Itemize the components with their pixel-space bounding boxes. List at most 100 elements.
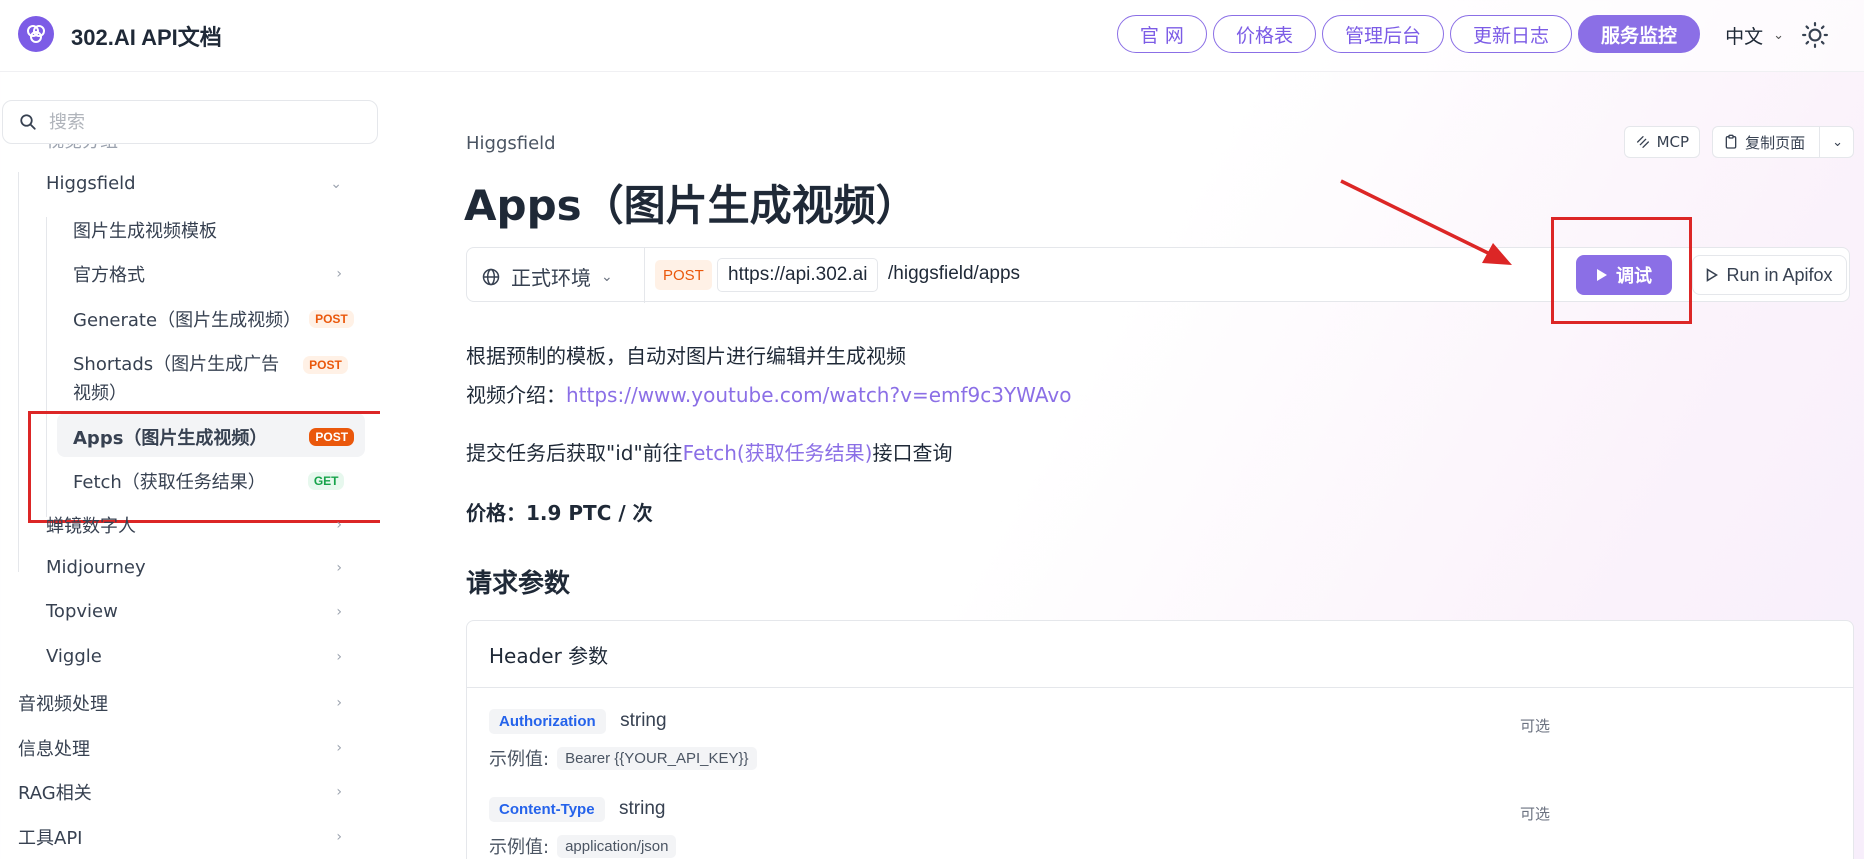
sidebar-item-viggle[interactable]: Viggle › [46,646,342,667]
apifox-label: Run in Apifox [1726,264,1833,285]
highlight-annotation-box [1551,217,1692,324]
base-url: https://api.302.ai [717,258,879,292]
nav-official-site[interactable]: 官 网 [1116,15,1207,53]
param-name: Content-Type [489,797,605,822]
nav-changelog[interactable]: 更新日志 [1449,15,1572,53]
nav-service-monitor[interactable]: 服务监控 [1577,15,1700,53]
price-text: 价格：1.9 PTC / 次 [466,501,653,525]
sidebar-item-rag[interactable]: RAG相关 › [18,779,342,805]
chevron-down-icon: ⌄ [1773,28,1784,43]
sidebar-item-label: Shortads（图片生成广告 [73,354,280,375]
tree-guide-line [18,172,19,572]
sidebar-group-higgsfield[interactable]: Higgsfield ⌄ [46,173,342,194]
example-value: Bearer {{YOUR_API_KEY}} [557,746,757,770]
example-label: 示例值: [489,749,550,770]
fetch-note-suffix: 接口查询 [872,441,953,465]
sidebar-item-label: Viggle [46,646,102,667]
sidebar-item-label: Midjourney [46,557,146,578]
fetch-link[interactable]: Fetch(获取任务结果) [683,441,873,465]
sidebar-item-template[interactable]: 图片生成视频模板 [73,217,217,243]
play-outline-icon [1707,268,1719,282]
chevron-right-icon: › [336,740,342,756]
http-method-badge: POST [655,260,712,290]
brand-title[interactable]: 302.AI API文档 [71,20,222,52]
chevron-right-icon: › [336,603,342,620]
language-select[interactable]: 中文 ⌄ [1725,22,1784,49]
mcp-icon [1636,136,1649,148]
method-badge: POST [309,310,354,328]
description-text: 根据预制的模板，自动对图片进行编辑并生成视频 [466,344,906,368]
header-params-panel: Header 参数 Authorization string 可选 示例值: B… [466,620,1854,859]
sidebar-item-tools-api[interactable]: 工具API › [18,824,342,850]
sidebar-item-label: 官方格式 [73,265,145,286]
method-badge: POST [303,356,348,374]
sidebar-item-chanjing[interactable]: 蝉镜数字人 › [46,512,342,538]
sidebar-item-label: 音视频处理 [18,694,108,715]
chevron-down-icon: ⌄ [330,175,342,192]
sidebar-item-label: RAG相关 [18,783,92,804]
environment-select[interactable]: 正式环境 ⌄ [481,262,613,291]
sidebar-item-shortads[interactable]: Shortads（图片生成广告 视频） POST [73,350,348,408]
page-actions: MCP 复制页面 ⌄ [1623,126,1854,158]
search-icon [20,114,36,130]
nav-pricing[interactable]: 价格表 [1212,15,1316,53]
sidebar-item-av-processing[interactable]: 音视频处理 › [18,690,342,716]
param-row: Authorization string [489,709,667,734]
video-link[interactable]: https://www.youtube.com/watch?v=emf9c3YW… [566,383,1071,407]
divider [644,248,645,303]
chevron-right-icon: › [336,695,342,711]
sidebar-item-official-format[interactable]: 官方格式 › [73,261,342,287]
language-label: 中文 [1725,26,1764,48]
example-label: 示例值: [489,837,550,858]
param-type: string [619,798,666,819]
chevron-right-icon: › [336,266,342,282]
sidebar-item-label: Topview [46,601,118,622]
sidebar-item-info-processing[interactable]: 信息处理 › [18,735,342,761]
search-box[interactable] [2,100,378,144]
sun-icon[interactable] [1802,22,1828,48]
chevron-right-icon: › [336,648,342,665]
mcp-button[interactable]: MCP [1623,126,1701,158]
chevron-down-icon[interactable]: ⌄ [1830,135,1853,150]
sidebar-item-label: 视频） [73,383,127,404]
nav-admin[interactable]: 管理后台 [1321,15,1444,53]
endpoint-path: /higgsfield/apps [888,263,1021,284]
copy-page-label: 复制页面 [1745,133,1806,152]
chevron-right-icon: › [336,829,342,845]
search-input[interactable] [49,111,349,133]
page-title: Apps（图片生成视频） [464,181,918,230]
param-optional: 可选 [1520,717,1551,735]
globe-icon [482,268,500,285]
header-nav: 官 网 价格表 管理后台 更新日志 服务监控 [1116,15,1700,53]
mcp-label: MCP [1656,133,1690,151]
clipboard-icon [1725,134,1737,149]
sidebar-item-midjourney[interactable]: Midjourney › [46,557,342,578]
param-name: Authorization [489,709,606,734]
chevron-right-icon: › [336,517,342,533]
param-example: 示例值: Bearer {{YOUR_API_KEY}} [489,745,757,771]
section-title-request-params: 请求参数 [466,569,571,599]
sidebar-item-label: 工具API [18,828,83,849]
brand-logo-icon[interactable] [18,16,54,52]
run-in-apifox-button[interactable]: Run in Apifox [1692,255,1847,295]
highlight-annotation-box [28,411,380,523]
sidebar-item-label: Generate（图片生成视频） [73,310,302,331]
fetch-note-prefix: 提交任务后获取"id"前往 [466,441,683,465]
copy-page-button[interactable]: 复制页面 ⌄ [1712,126,1854,158]
params-panel-title: Header 参数 [467,621,1853,688]
chevron-right-icon: › [336,784,342,800]
example-value: application/json [557,834,677,858]
fetch-note: 提交任务后获取"id"前往Fetch(获取任务结果)接口查询 [466,437,953,466]
sidebar-item-topview[interactable]: Topview › [46,601,342,622]
sidebar-item-label: 图片生成视频模板 [73,221,217,242]
environment-label: 正式环境 [511,266,591,290]
param-optional: 可选 [1520,805,1551,823]
param-type: string [620,710,667,731]
sidebar: 视觉分组 Higgsfield ⌄ 图片生成视频模板 官方格式 › Genera… [0,72,380,859]
sidebar-item-generate[interactable]: Generate（图片生成视频） POST [73,306,354,332]
sidebar-item-label: Higgsfield [46,173,136,194]
chevron-right-icon: › [336,559,342,576]
divider [1819,126,1821,158]
param-example: 示例值: application/json [489,833,677,859]
breadcrumb[interactable]: Higgsfield [466,133,556,154]
